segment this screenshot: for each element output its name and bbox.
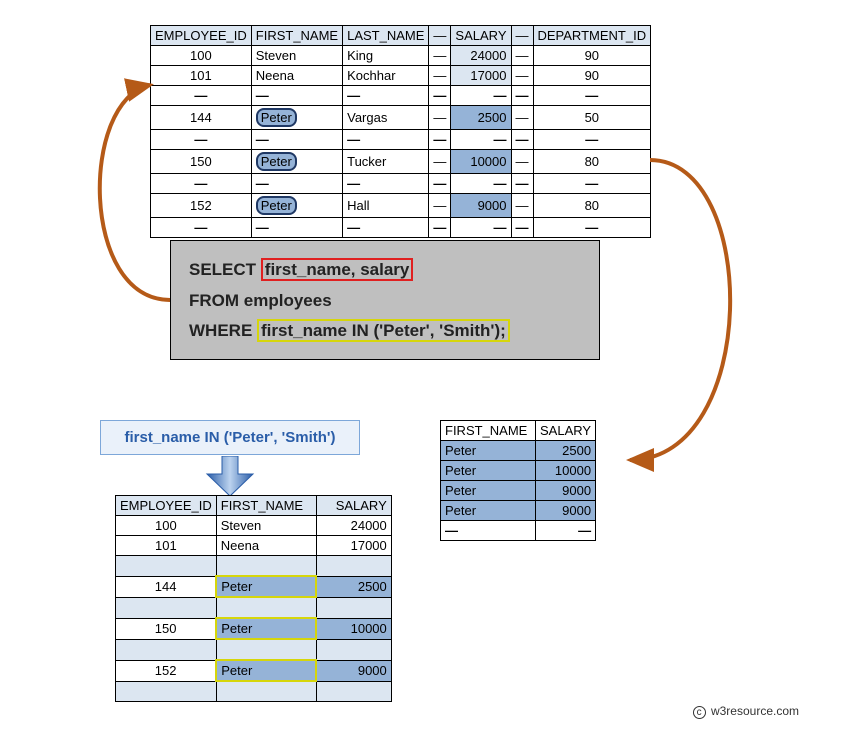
table-row: ———————: [151, 86, 651, 106]
sql-line-where: WHERE first_name IN ('Peter', 'Smith');: [189, 316, 581, 347]
footer-credit: c w3resource.com: [693, 704, 799, 719]
peter-highlight: Peter: [256, 152, 297, 171]
table-row: ——: [441, 521, 596, 541]
col-header: SALARY: [536, 421, 596, 441]
sql-condition: first_name IN ('Peter', 'Smith');: [257, 319, 510, 342]
col-header: FIRST_NAME: [216, 496, 316, 516]
col-header: FIRST_NAME: [441, 421, 536, 441]
table-row: Peter2500: [441, 441, 596, 461]
sql-line-select: SELECT first_name, salary: [189, 255, 581, 286]
table-row: [116, 556, 392, 577]
col-header: EMPLOYEE_ID: [116, 496, 217, 516]
col-header: LAST_NAME: [343, 26, 429, 46]
filtered-source-table: EMPLOYEE_IDFIRST_NAMESALARY 100Steven240…: [115, 495, 392, 702]
table-row: 152Peter9000: [116, 660, 392, 681]
col-header: FIRST_NAME: [251, 26, 342, 46]
table-row: [116, 597, 392, 618]
col-header: —: [429, 26, 451, 46]
table-row: Peter9000: [441, 481, 596, 501]
table-row: 101Neena17000: [116, 536, 392, 556]
table-row: ———————: [151, 130, 651, 150]
table-row: 150Peter10000: [116, 618, 392, 639]
col-header: SALARY: [316, 496, 391, 516]
col-header: EMPLOYEE_ID: [151, 26, 252, 46]
arrow-down-icon: [205, 456, 255, 498]
sql-query-box: SELECT first_name, salary FROM employees…: [170, 240, 600, 360]
table-row: Peter9000: [441, 501, 596, 521]
filter-condition-label: first_name IN ('Peter', 'Smith'): [100, 420, 360, 455]
table-row: 152PeterHall—9000—80: [151, 194, 651, 218]
table-row: ———————: [151, 174, 651, 194]
copyright-icon: c: [693, 706, 706, 719]
table-row: ———————: [151, 218, 651, 238]
table-row: 101NeenaKochhar—17000—90: [151, 66, 651, 86]
result-table: FIRST_NAMESALARY Peter2500Peter10000Pete…: [440, 420, 596, 541]
table-row: [116, 681, 392, 702]
peter-highlight: Peter: [256, 196, 297, 215]
source-table: EMPLOYEE_IDFIRST_NAMELAST_NAME—SALARY—DE…: [150, 25, 651, 238]
table-row: Peter10000: [441, 461, 596, 481]
col-header: DEPARTMENT_ID: [533, 26, 651, 46]
peter-highlight: Peter: [256, 108, 297, 127]
table-row: 100Steven24000: [116, 516, 392, 536]
sql-columns: first_name, salary: [261, 258, 414, 281]
table-row: 100StevenKing—24000—90: [151, 46, 651, 66]
table-row: 150PeterTucker—10000—80: [151, 150, 651, 174]
table-row: [116, 639, 392, 660]
sql-line-from: FROM employees: [189, 286, 581, 317]
col-header: SALARY: [451, 26, 511, 46]
table-row: 144PeterVargas—2500—50: [151, 106, 651, 130]
table-row: 144Peter2500: [116, 576, 392, 597]
col-header: —: [511, 26, 533, 46]
